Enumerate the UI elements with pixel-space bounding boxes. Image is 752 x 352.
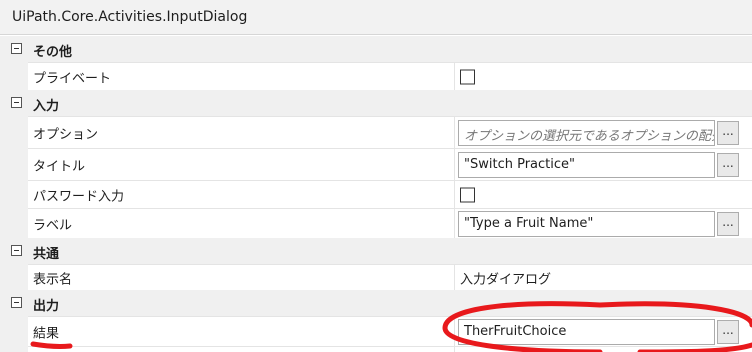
property-value: [455, 62, 752, 90]
label-value: "Type a Fruit Name": [464, 215, 594, 231]
property-row-result: 結果 TherFruitChoice ...: [0, 316, 752, 346]
collapse-icon[interactable]: [11, 43, 22, 54]
property-name: [28, 346, 455, 352]
category-output[interactable]: 出力: [0, 290, 752, 316]
property-row-private: プライベート: [0, 62, 752, 90]
result-input[interactable]: TherFruitChoice: [458, 318, 715, 345]
row-gutter: [0, 62, 28, 90]
property-value: "Switch Practice" ...: [455, 148, 752, 180]
display-name-value[interactable]: 入力ダイアログ: [460, 268, 551, 287]
row-gutter: [0, 346, 28, 352]
category-common[interactable]: 共通: [0, 238, 752, 264]
row-gutter: [0, 116, 28, 148]
row-gutter: [0, 264, 28, 290]
property-row-display-name: 表示名 入力ダイアログ: [0, 264, 752, 290]
property-name: ラベル: [28, 208, 455, 238]
options-placeholder: オプションの選択元であるオプションの配列: [464, 128, 715, 144]
property-value: "Type a Fruit Name" ...: [455, 208, 752, 238]
property-label: タイトル: [33, 159, 86, 174]
category-input[interactable]: 入力: [0, 90, 752, 116]
property-name: プライベート: [28, 62, 455, 90]
category-misc[interactable]: その他: [0, 36, 752, 62]
row-gutter: [0, 316, 28, 346]
activity-type-title: UiPath.Core.Activities.InputDialog: [12, 9, 248, 25]
properties-panel: UiPath.Core.Activities.InputDialog その他 プ…: [0, 0, 752, 352]
property-row-password-input: パスワード入力: [0, 180, 752, 208]
title-value: "Switch Practice": [464, 156, 575, 172]
property-value: オプションの選択元であるオプションの配列 ...: [455, 116, 752, 148]
row-gutter: [0, 148, 28, 180]
property-name: 表示名: [28, 264, 455, 290]
property-label: 結果: [33, 326, 60, 341]
property-value: [455, 180, 752, 208]
result-value: TherFruitChoice: [464, 323, 567, 339]
property-row-title: タイトル "Switch Practice" ...: [0, 148, 752, 180]
row-gutter: [0, 208, 28, 238]
result-ellipsis-button[interactable]: ...: [717, 319, 739, 344]
label-input[interactable]: "Type a Fruit Name": [458, 210, 715, 237]
collapse-icon[interactable]: [11, 245, 22, 256]
property-name: オプション: [28, 116, 455, 148]
property-label: 表示名: [33, 272, 73, 287]
property-name: パスワード入力: [28, 180, 455, 208]
password-input-checkbox[interactable]: [460, 187, 475, 202]
property-label: ラベル: [33, 218, 73, 233]
property-label: プライベート: [33, 71, 112, 86]
property-value: [455, 346, 752, 352]
collapse-icon[interactable]: [11, 97, 22, 108]
property-row-options: オプション オプションの選択元であるオプションの配列 ...: [0, 116, 752, 148]
property-name: 結果: [28, 316, 455, 346]
category-label: 出力: [33, 299, 60, 314]
activity-type-header: UiPath.Core.Activities.InputDialog: [0, 0, 752, 35]
property-row-partial: [0, 346, 752, 352]
property-row-label: ラベル "Type a Fruit Name" ...: [0, 208, 752, 238]
category-label: 共通: [33, 247, 60, 262]
collapse-icon[interactable]: [11, 297, 22, 308]
label-ellipsis-button[interactable]: ...: [717, 211, 739, 236]
title-ellipsis-button[interactable]: ...: [717, 152, 739, 177]
property-label: オプション: [33, 127, 99, 142]
property-label: パスワード入力: [33, 189, 125, 204]
options-input[interactable]: オプションの選択元であるオプションの配列: [458, 119, 715, 146]
title-input[interactable]: "Switch Practice": [458, 151, 715, 178]
property-name: タイトル: [28, 148, 455, 180]
property-value[interactable]: 入力ダイアログ: [455, 264, 752, 290]
category-label: 入力: [33, 99, 60, 114]
category-label: その他: [33, 45, 73, 60]
options-ellipsis-button[interactable]: ...: [717, 120, 739, 145]
private-checkbox[interactable]: [460, 69, 475, 84]
property-value: TherFruitChoice ...: [455, 316, 752, 346]
row-gutter: [0, 180, 28, 208]
